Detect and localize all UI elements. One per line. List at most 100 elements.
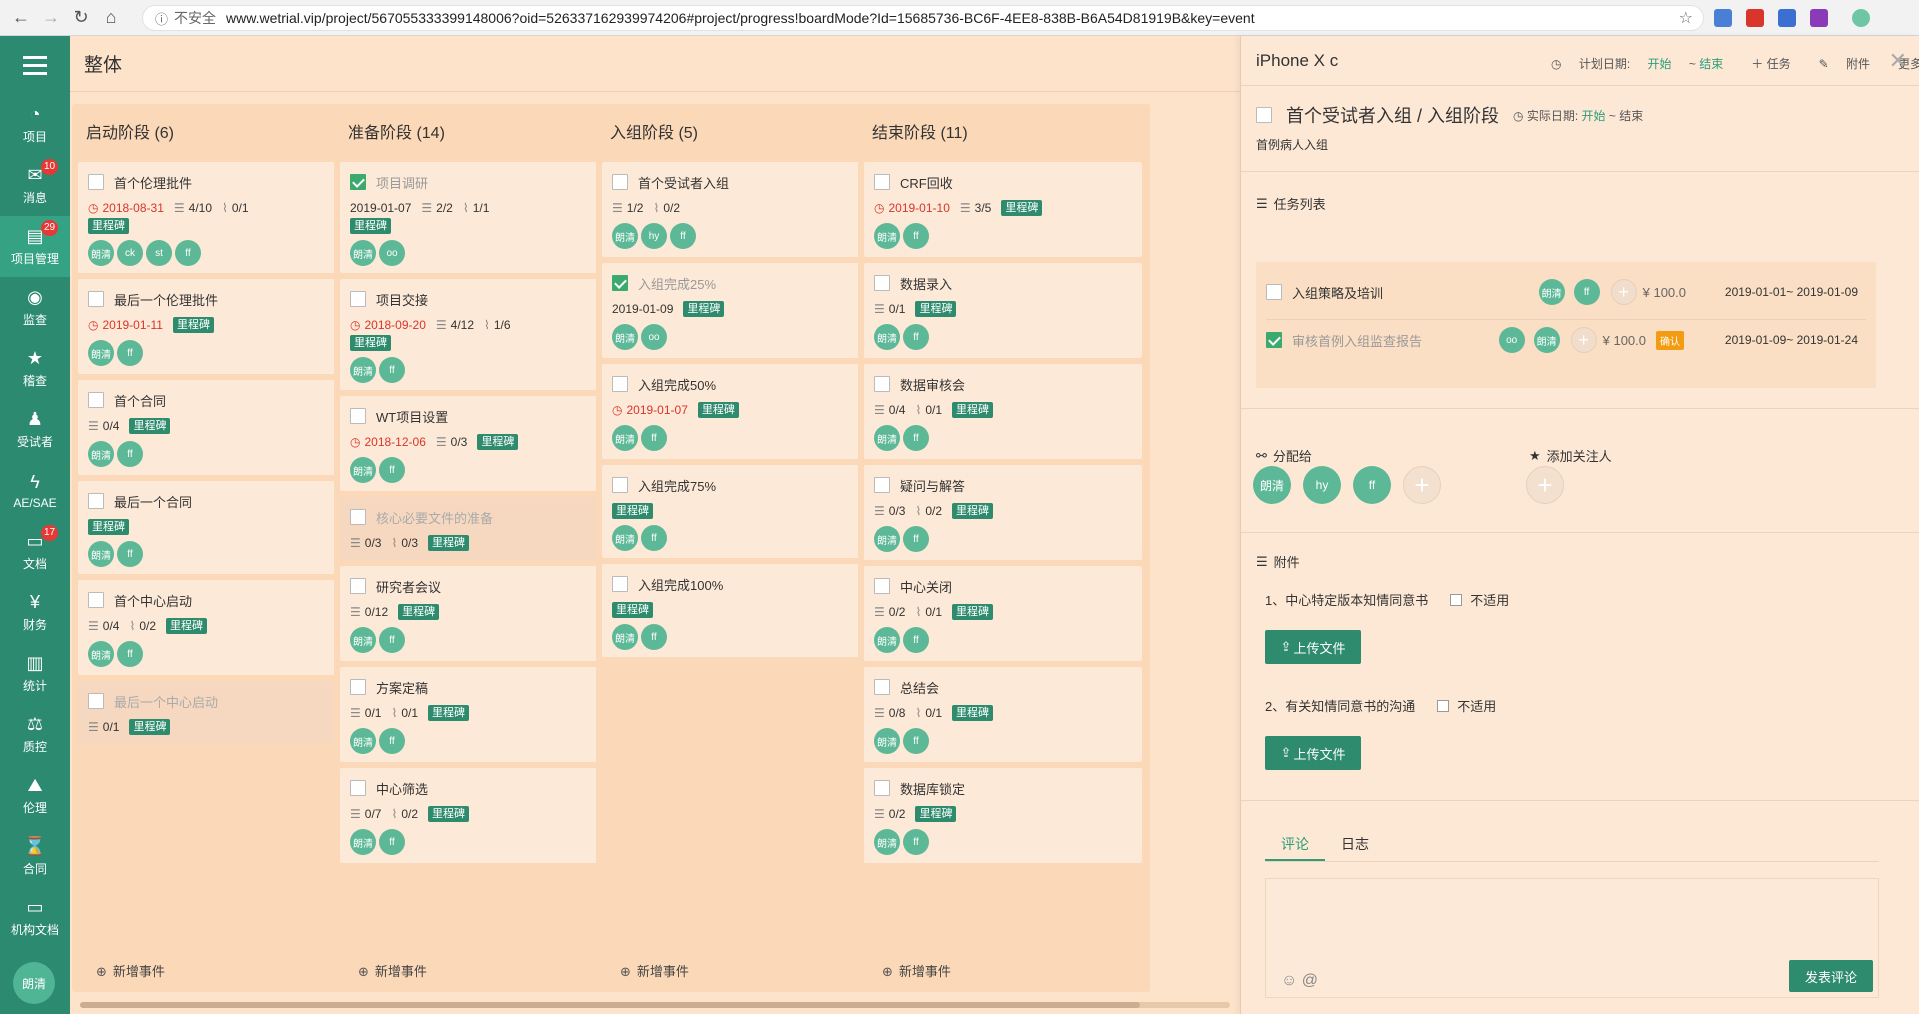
assignee-avatar[interactable]: 朗清: [612, 324, 638, 350]
event-card[interactable]: 中心关闭 ☰ 0/2 ⌇ 0/1 里程碑 朗清 ff: [864, 566, 1142, 661]
card-checkbox[interactable]: [612, 576, 628, 592]
assignee-avatar[interactable]: ff: [379, 627, 405, 653]
horizontal-scrollbar[interactable]: [80, 1002, 1230, 1008]
card-checkbox[interactable]: [350, 174, 366, 190]
add-assignee-button[interactable]: +: [1610, 279, 1637, 305]
assignee-avatar[interactable]: ff: [903, 223, 929, 249]
card-checkbox[interactable]: [88, 493, 104, 509]
close-icon[interactable]: ✕: [1889, 48, 1907, 74]
sidebar-item-6[interactable]: ϟ AE/SAE: [0, 460, 70, 521]
card-checkbox[interactable]: [874, 477, 890, 493]
bookmark-star-icon[interactable]: ☆: [1679, 8, 1693, 28]
assignee-avatar[interactable]: 朗清: [350, 240, 376, 266]
add-event-button[interactable]: ⊕ 新增事件: [882, 961, 951, 980]
card-checkbox[interactable]: [612, 174, 628, 190]
back-icon[interactable]: ←: [8, 5, 34, 31]
assignee-avatar[interactable]: 朗清: [874, 627, 900, 653]
tab-log[interactable]: 日志: [1325, 828, 1385, 861]
card-checkbox[interactable]: [350, 578, 366, 594]
task-checkbox[interactable]: [1266, 284, 1282, 300]
assignee-avatar[interactable]: 朗清: [874, 829, 900, 855]
info-icon[interactable]: ⓘ: [155, 9, 168, 28]
user-avatar[interactable]: 朗清: [13, 962, 55, 1004]
emoji-icon[interactable]: ☺: [1281, 972, 1297, 989]
assignee-avatar[interactable]: ff: [903, 728, 929, 754]
save-extension-icon[interactable]: [1778, 9, 1796, 27]
card-checkbox[interactable]: [874, 174, 890, 190]
assignee-avatar[interactable]: ff: [117, 641, 143, 667]
card-checkbox[interactable]: [874, 780, 890, 796]
sidebar-item-4[interactable]: ★ 稽查: [0, 338, 70, 399]
add-event-button[interactable]: ⊕ 新增事件: [96, 961, 165, 980]
event-card[interactable]: 数据录入 ☰ 0/1 里程碑 朗清 ff: [864, 263, 1142, 358]
not-applicable-checkbox[interactable]: [1450, 593, 1463, 606]
card-checkbox[interactable]: [88, 174, 104, 190]
event-card[interactable]: 首个合同 ☰ 0/4 里程碑 朗清 ff: [78, 380, 356, 475]
sidebar-item-2[interactable]: ▤ 项目管理 29: [0, 216, 70, 277]
card-checkbox[interactable]: [350, 509, 366, 525]
assignee-avatar[interactable]: ff: [641, 525, 667, 551]
sidebar-item-11[interactable]: ⛰ 伦理: [0, 765, 70, 826]
sidebar-item-12[interactable]: ⌛ 合同: [0, 826, 70, 887]
address-bar[interactable]: ⓘ 不安全 www.wetrial.vip/project/5670553333…: [142, 5, 1704, 31]
assignee-avatar[interactable]: 朗清: [350, 457, 376, 483]
card-checkbox[interactable]: [612, 275, 628, 291]
event-card[interactable]: 项目交接 ◷ 2018-09-20 ☰ 4/12 ⌇ 1/6 里程碑 朗清 ff: [340, 279, 618, 390]
event-card[interactable]: 入组完成75% 里程碑 朗清 ff: [602, 465, 880, 558]
sidebar-item-13[interactable]: ▭ 机构文档: [0, 887, 70, 948]
assignee-avatar[interactable]: ff: [641, 624, 667, 650]
upload-file-button[interactable]: ⇪ 上传文件: [1265, 736, 1361, 770]
event-card[interactable]: 入组完成25% 2019-01-09 里程碑 朗清 oo: [602, 263, 880, 358]
card-checkbox[interactable]: [88, 592, 104, 608]
event-card[interactable]: 数据库锁定 ☰ 0/2 里程碑 朗清 ff: [864, 768, 1142, 863]
profile-extension-icon[interactable]: [1852, 9, 1870, 27]
assignee-avatar[interactable]: ff: [903, 526, 929, 552]
card-checkbox[interactable]: [88, 392, 104, 408]
assignee-avatar[interactable]: 朗清: [1253, 466, 1291, 504]
assignee-avatar[interactable]: ff: [670, 223, 696, 249]
mention-icon[interactable]: @: [1302, 972, 1318, 989]
assignee-avatar[interactable]: 朗清: [874, 425, 900, 451]
add-task-button[interactable]: ＋ 任务: [1751, 55, 1804, 72]
card-checkbox[interactable]: [612, 477, 628, 493]
add-event-button[interactable]: ⊕ 新增事件: [358, 961, 427, 980]
sidebar-item-3[interactable]: ◉ 监查: [0, 277, 70, 338]
event-card[interactable]: 中心筛选 ☰ 0/7 ⌇ 0/2 里程碑 朗清 ff: [340, 768, 618, 863]
assignee-avatar[interactable]: 朗清: [350, 627, 376, 653]
event-complete-checkbox[interactable]: [1256, 107, 1272, 123]
reload-icon[interactable]: ↻: [68, 5, 94, 31]
event-card[interactable]: 数据审核会 ☰ 0/4 ⌇ 0/1 里程碑 朗清 ff: [864, 364, 1142, 459]
assignee-avatar[interactable]: 朗清: [88, 541, 114, 567]
assignee-avatar[interactable]: hy: [1303, 466, 1341, 504]
sidebar-item-7[interactable]: ▭ 文档 17: [0, 521, 70, 582]
event-card[interactable]: 研究者会议 ☰ 0/12 里程碑 朗清 ff: [340, 566, 618, 661]
confirm-badge[interactable]: 确认: [1656, 330, 1684, 350]
assignee-avatar[interactable]: 朗清: [350, 829, 376, 855]
hamburger-menu-icon[interactable]: [0, 36, 70, 94]
sidebar-item-5[interactable]: ♟ 受试者: [0, 399, 70, 460]
assignee-avatar[interactable]: ff: [379, 357, 405, 383]
task-checkbox[interactable]: [1266, 332, 1282, 348]
card-checkbox[interactable]: [350, 780, 366, 796]
upload-file-button[interactable]: ⇪ 上传文件: [1265, 630, 1361, 664]
not-applicable-checkbox[interactable]: [1437, 699, 1450, 712]
task-assignee-avatar[interactable]: ff: [1573, 279, 1600, 305]
event-card[interactable]: WT项目设置 ◷ 2018-12-06 ☰ 0/3 里程碑 朗清 ff: [340, 396, 618, 491]
task-assignee-avatar[interactable]: oo: [1498, 327, 1525, 353]
assignee-avatar[interactable]: hy: [641, 223, 667, 249]
assignee-avatar[interactable]: 朗清: [874, 526, 900, 552]
event-card[interactable]: 首个中心启动 ☰ 0/4 ⌇ 0/2 里程碑 朗清 ff: [78, 580, 356, 675]
assignee-avatar[interactable]: 朗清: [612, 624, 638, 650]
assignee-avatar[interactable]: ck: [117, 240, 143, 266]
assignee-avatar[interactable]: 朗清: [88, 441, 114, 467]
card-checkbox[interactable]: [350, 408, 366, 424]
send-comment-button[interactable]: 发表评论: [1789, 960, 1873, 992]
card-checkbox[interactable]: [874, 376, 890, 392]
add-assignee-button[interactable]: +: [1403, 466, 1441, 504]
assignee-avatar[interactable]: 朗清: [350, 728, 376, 754]
assignee-avatar[interactable]: 朗清: [874, 728, 900, 754]
assignee-avatar[interactable]: ff: [117, 441, 143, 467]
card-checkbox[interactable]: [612, 376, 628, 392]
add-event-button[interactable]: ⊕ 新增事件: [620, 961, 689, 980]
card-checkbox[interactable]: [874, 578, 890, 594]
